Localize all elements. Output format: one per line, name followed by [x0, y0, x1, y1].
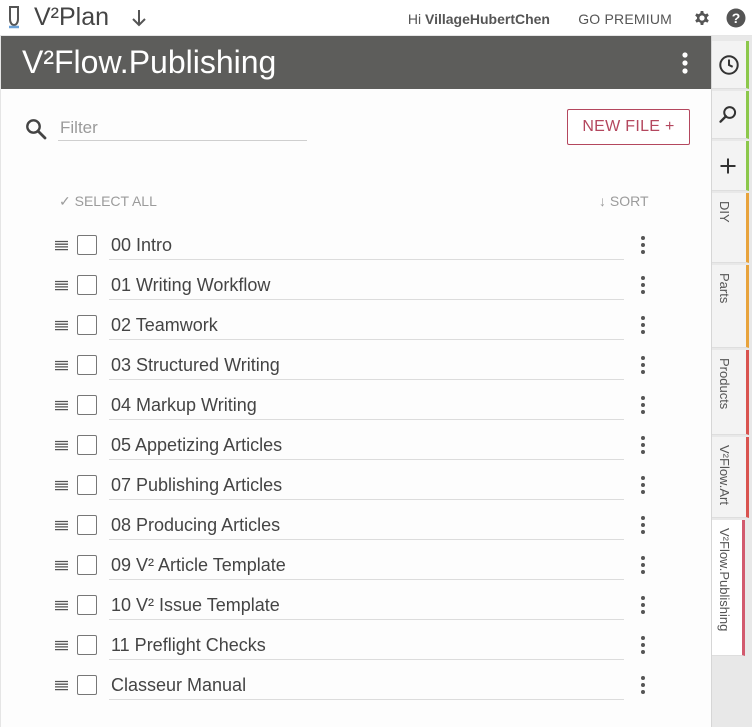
- more-vert-icon[interactable]: [637, 235, 649, 255]
- app-title[interactable]: V²Plan: [34, 3, 109, 32]
- more-vert-icon[interactable]: [637, 275, 649, 295]
- folder-tab-label: V²Flow.Publishing: [717, 528, 732, 632]
- new-file-button[interactable]: NEW FILE +: [567, 109, 690, 145]
- file-checkbox[interactable]: [77, 275, 97, 295]
- file-row[interactable]: 05 Appetizing Articles: [1, 426, 712, 466]
- more-vert-icon[interactable]: [676, 51, 694, 75]
- file-row[interactable]: Classeur Manual: [1, 666, 712, 706]
- file-checkbox[interactable]: [77, 315, 97, 335]
- file-name[interactable]: 00 Intro: [109, 226, 624, 260]
- drag-handle-icon[interactable]: [55, 240, 68, 251]
- logo-icon[interactable]: [6, 6, 22, 30]
- file-name[interactable]: 11 Preflight Checks: [109, 626, 624, 660]
- right-tab-rail: DIY Parts Products V²Flow.Art V²Flow.Publish…: [711, 36, 752, 727]
- panel-header: V²Flow.Publishing: [1, 36, 712, 89]
- search-icon: [719, 106, 737, 123]
- help-icon[interactable]: ?: [726, 8, 746, 28]
- folder-tab[interactable]: V²Flow.Publishing: [712, 520, 745, 656]
- username: VillageHubertChen: [425, 11, 550, 27]
- folder-tab[interactable]: DIY: [712, 193, 749, 263]
- drag-handle-icon[interactable]: [55, 400, 68, 411]
- more-vert-icon[interactable]: [637, 635, 649, 655]
- file-checkbox[interactable]: [77, 675, 97, 695]
- folder-tab-label: Parts: [717, 273, 732, 304]
- file-checkbox[interactable]: [77, 235, 97, 255]
- greeting-prefix: Hi: [407, 11, 425, 27]
- drag-handle-icon[interactable]: [55, 360, 68, 371]
- file-name[interactable]: 09 V² Article Template: [109, 546, 624, 580]
- file-row[interactable]: 02 Teamwork: [1, 306, 712, 346]
- file-name[interactable]: 10 V² Issue Template: [109, 586, 624, 620]
- drag-handle-icon[interactable]: [55, 440, 68, 451]
- file-checkbox[interactable]: [77, 435, 97, 455]
- search-icon: [26, 119, 47, 140]
- file-checkbox[interactable]: [77, 635, 97, 655]
- file-row[interactable]: 09 V² Article Template: [1, 546, 712, 586]
- more-vert-icon[interactable]: [637, 595, 649, 615]
- file-name[interactable]: 02 Teamwork: [109, 306, 624, 340]
- folder-tab-label: V²Flow.Art: [717, 445, 732, 505]
- file-row[interactable]: 04 Markup Writing: [1, 386, 712, 426]
- add-tab[interactable]: [712, 141, 749, 191]
- greeting: Hi VillageHubertChen: [408, 11, 550, 27]
- more-vert-icon[interactable]: [637, 315, 649, 335]
- more-vert-icon[interactable]: [637, 435, 649, 455]
- gear-icon[interactable]: [692, 8, 712, 28]
- folder-tab[interactable]: V²Flow.Art: [712, 437, 749, 518]
- svg-text:?: ?: [732, 10, 741, 26]
- filter-input[interactable]: [58, 116, 307, 141]
- more-vert-icon[interactable]: [637, 555, 649, 575]
- drag-handle-icon[interactable]: [55, 600, 68, 611]
- drag-handle-icon[interactable]: [55, 640, 68, 651]
- more-vert-icon[interactable]: [637, 395, 649, 415]
- file-name[interactable]: Classeur Manual: [109, 666, 624, 700]
- more-vert-icon[interactable]: [637, 355, 649, 375]
- file-checkbox[interactable]: [77, 595, 97, 615]
- drag-handle-icon[interactable]: [55, 680, 68, 691]
- drag-handle-icon[interactable]: [55, 320, 68, 331]
- more-vert-icon[interactable]: [637, 675, 649, 695]
- file-row[interactable]: 01 Writing Workflow: [1, 266, 712, 306]
- go-premium-link[interactable]: GO PREMIUM: [578, 11, 672, 27]
- more-vert-icon[interactable]: [637, 475, 649, 495]
- drag-handle-icon[interactable]: [55, 480, 68, 491]
- folder-tab-label: Products: [717, 358, 732, 410]
- file-name[interactable]: 03 Structured Writing: [109, 346, 624, 380]
- recent-tab[interactable]: [712, 41, 749, 89]
- file-row[interactable]: 10 V² Issue Template: [1, 586, 712, 626]
- file-row[interactable]: 08 Producing Articles: [1, 506, 712, 546]
- plus-icon: [720, 158, 736, 174]
- file-row[interactable]: 03 Structured Writing: [1, 346, 712, 386]
- drag-handle-icon[interactable]: [55, 560, 68, 571]
- search-tab[interactable]: [712, 91, 749, 139]
- file-row[interactable]: 07 Publishing Articles: [1, 466, 712, 506]
- file-checkbox[interactable]: [77, 355, 97, 375]
- down-arrow-icon[interactable]: [131, 9, 147, 27]
- file-name[interactable]: 07 Publishing Articles: [109, 466, 624, 500]
- panel-title: V²Flow.Publishing: [22, 44, 277, 80]
- sort-button[interactable]: ↓ SORT: [599, 193, 649, 209]
- file-name[interactable]: 04 Markup Writing: [109, 386, 624, 420]
- file-checkbox[interactable]: [77, 395, 97, 415]
- file-checkbox[interactable]: [77, 555, 97, 575]
- folder-tab[interactable]: Parts: [712, 265, 749, 348]
- file-panel: V²Flow.Publishing NEW FILE + ✓ SELECT AL…: [0, 36, 712, 727]
- file-checkbox[interactable]: [77, 475, 97, 495]
- file-name[interactable]: 05 Appetizing Articles: [109, 426, 624, 460]
- file-checkbox[interactable]: [77, 515, 97, 535]
- more-vert-icon[interactable]: [637, 515, 649, 535]
- file-row[interactable]: 11 Preflight Checks: [1, 626, 712, 666]
- file-row[interactable]: 00 Intro: [1, 226, 712, 266]
- select-all-button[interactable]: ✓ SELECT ALL: [59, 193, 157, 210]
- file-name[interactable]: 08 Producing Articles: [109, 506, 624, 540]
- folder-tab[interactable]: Products: [712, 350, 749, 435]
- top-bar: V²Plan Hi VillageHubertChen GO PREMIUM ?: [0, 0, 752, 36]
- folder-tab-label: DIY: [717, 201, 732, 223]
- clock-icon: [719, 55, 739, 75]
- drag-handle-icon[interactable]: [55, 280, 68, 291]
- file-name[interactable]: 01 Writing Workflow: [109, 266, 624, 300]
- drag-handle-icon[interactable]: [55, 520, 68, 531]
